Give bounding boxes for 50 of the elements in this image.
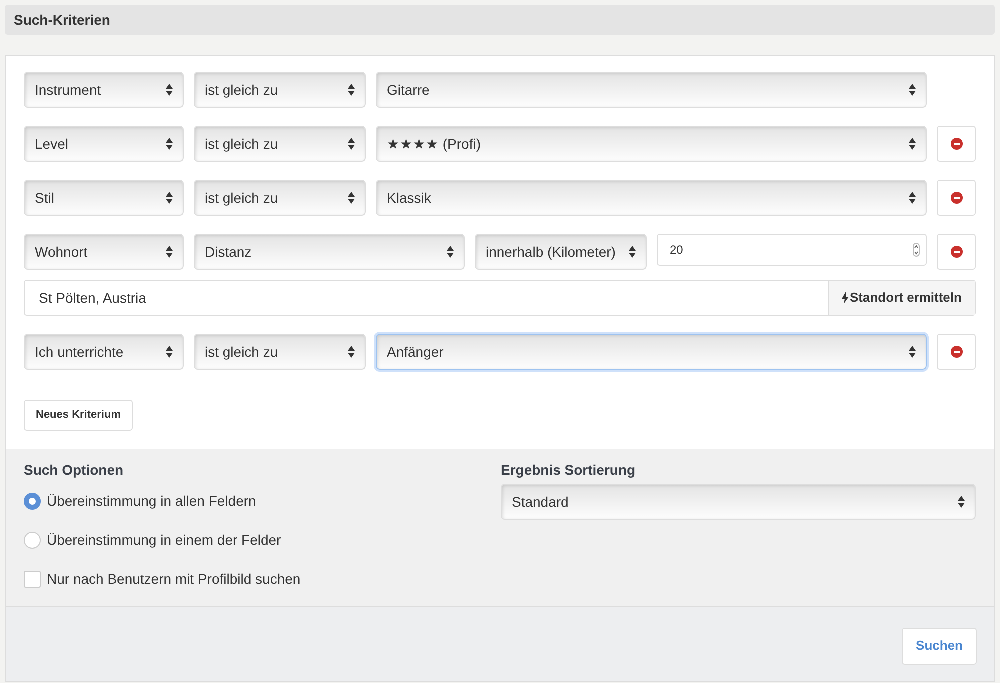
operator-select[interactable]: ist gleich zu — [194, 126, 366, 162]
sort-arrows-icon — [909, 84, 916, 96]
sort-arrows-icon — [166, 84, 173, 96]
section-title: Ergebnis Sortierung — [501, 461, 637, 480]
minus-circle-icon — [950, 192, 962, 204]
operator-select[interactable]: ist gleich zu — [194, 334, 366, 370]
remove-button[interactable] — [937, 180, 976, 216]
operator-select[interactable]: ist gleich zu — [194, 72, 366, 108]
value-select[interactable]: Anfänger — [376, 334, 927, 370]
remove-button[interactable] — [937, 334, 976, 370]
radio-option[interactable]: Übereinstimmung in allen Feldern — [24, 491, 501, 511]
search-button[interactable]: Suchen — [902, 628, 977, 664]
sort-arrows-icon — [348, 138, 355, 150]
value-select[interactable]: ★★★★ (Profi) — [376, 126, 927, 162]
sort-arrows-icon — [348, 346, 355, 358]
value-select[interactable]: Gitarre — [376, 72, 927, 108]
field-select[interactable]: Wohnort — [24, 234, 184, 270]
operator-select[interactable]: Distanz — [194, 234, 465, 270]
add-criterion-button[interactable]: Neues Kriterium — [24, 400, 133, 431]
minus-circle-icon — [950, 246, 962, 258]
spinner-icon — [913, 243, 920, 257]
sort-arrows-icon — [166, 192, 173, 204]
value-select[interactable]: Klassik — [376, 180, 927, 216]
remove-button[interactable] — [937, 126, 976, 162]
sort-arrows-icon — [909, 138, 916, 150]
sort-arrows-icon — [348, 192, 355, 204]
checkbox-option[interactable]: Nur nach Benutzern mit Profilbild suchen — [24, 569, 501, 589]
field-select[interactable]: Ich unterrichte — [24, 334, 184, 370]
remove-button[interactable] — [937, 234, 976, 270]
sort-select[interactable]: Standard — [501, 484, 976, 520]
sort-arrows-icon — [447, 246, 454, 258]
operator-select[interactable]: ist gleich zu — [194, 180, 366, 216]
unit-select[interactable]: innerhalb (Kilometer) — [475, 234, 647, 270]
sort-arrows-icon — [166, 138, 173, 150]
section-title: Such Optionen — [24, 461, 125, 480]
minus-circle-icon — [950, 138, 962, 150]
field-select[interactable]: Stil — [24, 180, 184, 216]
minus-circle-icon — [950, 346, 962, 358]
sort-arrows-icon — [629, 246, 636, 258]
sort-arrows-icon — [166, 346, 173, 358]
sort-arrows-icon — [909, 346, 916, 358]
panel-title: Such-Kriterien — [14, 10, 110, 30]
field-select[interactable]: Level — [24, 126, 184, 162]
sort-arrows-icon — [348, 84, 355, 96]
radio-option[interactable]: Übereinstimmung in einem der Felder — [24, 530, 501, 550]
sort-arrows-icon — [166, 246, 173, 258]
number-input[interactable]: 20 — [657, 234, 927, 266]
sort-arrows-icon — [958, 496, 965, 508]
field-select[interactable]: Instrument — [24, 72, 184, 108]
sort-arrows-icon — [909, 192, 916, 204]
